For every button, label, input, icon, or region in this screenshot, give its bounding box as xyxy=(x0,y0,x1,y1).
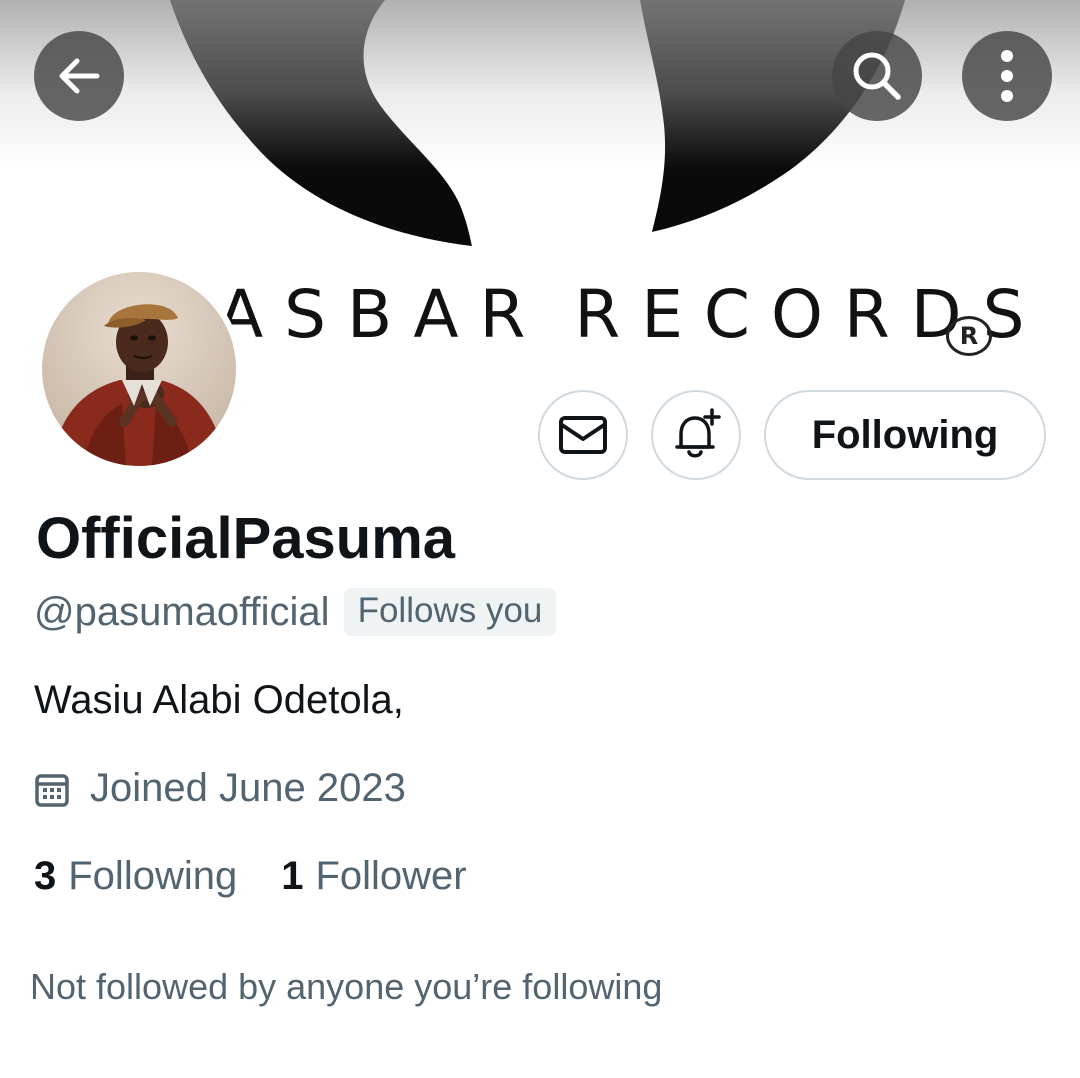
followers-count: 1 xyxy=(281,854,304,898)
back-button[interactable] xyxy=(34,31,124,121)
calendar-icon xyxy=(35,773,69,807)
joined-date-row: Joined June 2023 xyxy=(34,766,406,811)
banner-label: ASBAR RECORDS xyxy=(218,276,1046,353)
message-button[interactable] xyxy=(538,390,628,480)
arrow-left-icon xyxy=(59,58,100,94)
display-name: OfficialPasuma xyxy=(36,506,456,571)
avatar[interactable] xyxy=(36,266,242,472)
handle-row: @pasumaofficial Follows you xyxy=(34,588,557,636)
follows-you-badge: Follows you xyxy=(343,588,557,636)
following-count: 3 xyxy=(34,854,57,898)
user-handle: @pasumaofficial xyxy=(34,589,330,634)
more-vertical-icon xyxy=(1001,50,1013,102)
following-label: Following xyxy=(68,854,238,898)
following-button[interactable]: Following xyxy=(764,390,1046,480)
followers-count-link[interactable]: 1 Follower xyxy=(281,854,466,899)
banner-text-left: ASBAR xyxy=(218,276,547,353)
envelope-icon xyxy=(559,416,607,454)
following-count-link[interactable]: 3 Following xyxy=(34,854,237,899)
more-options-button[interactable] xyxy=(962,31,1052,121)
profile-bio: Wasiu Alabi Odetola, xyxy=(34,678,404,722)
registered-mark: R xyxy=(946,316,992,356)
follow-stats: 3 Following 1 Follower xyxy=(34,854,467,899)
search-button[interactable] xyxy=(832,31,922,121)
bell-plus-icon xyxy=(675,408,721,458)
notifications-button[interactable] xyxy=(651,390,741,480)
avatar-photo xyxy=(42,272,236,466)
followers-label: Follower xyxy=(315,854,467,898)
mutual-followers-note: Not followed by anyone you’re following xyxy=(30,966,663,1007)
joined-date: Joined June 2023 xyxy=(90,766,406,810)
search-icon xyxy=(853,52,901,100)
